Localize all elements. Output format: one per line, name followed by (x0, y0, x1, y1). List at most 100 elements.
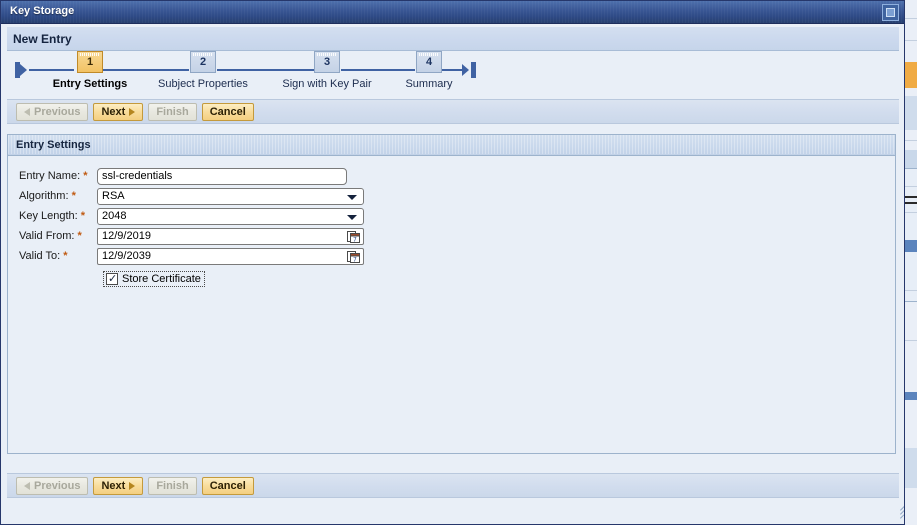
roadmap-step-3-number: 3 (324, 56, 330, 68)
key-storage-window: Key Storage New Entry 1 Entry Settings (0, 0, 905, 525)
previous-button-bottom[interactable]: Previous (16, 477, 88, 495)
maximize-inner-square (886, 8, 895, 17)
roadmap-step-3-label: Sign with Key Pair (265, 78, 389, 90)
valid-from-label: Valid From: * (8, 230, 97, 242)
entry-settings-form: Entry Name: * ssl-credentials Algorithm:… (8, 156, 895, 289)
roadmap-step-4[interactable]: 4 Summary (390, 51, 468, 90)
valid-to-label: Valid To: * (8, 250, 97, 262)
roadmap-step-1-label: Entry Settings (34, 78, 146, 90)
chevron-down-icon[interactable] (347, 195, 357, 200)
resize-grip[interactable] (889, 509, 902, 522)
entry-name-value: ssl-credentials (98, 169, 172, 184)
window-title-text: Key Storage (10, 5, 74, 17)
valid-to-value: 12/9/2039 (98, 249, 151, 264)
maximize-restore-icon[interactable] (882, 4, 899, 21)
entry-settings-panel: Entry Settings Entry Name: * ssl-credent… (7, 134, 896, 454)
entry-name-input[interactable]: ssl-credentials (97, 168, 347, 185)
roadmap-step-1-box[interactable]: 1 (77, 51, 103, 73)
finish-button-label: Finish (156, 478, 188, 494)
svg-text:7: 7 (353, 256, 357, 263)
bottom-filler (1, 498, 904, 524)
roadmap-end-bar-icon (471, 62, 476, 78)
valid-from-input[interactable]: 12/9/2019 7 (97, 228, 364, 245)
key-length-select[interactable]: 2048 (97, 208, 364, 225)
roadmap-step-1[interactable]: 1 Entry Settings (34, 51, 146, 90)
cancel-button-label: Cancel (210, 478, 246, 494)
key-length-required-marker: * (81, 210, 85, 222)
key-length-value: 2048 (98, 209, 126, 224)
algorithm-select[interactable]: RSA (97, 188, 364, 205)
roadmap-step-2-box[interactable]: 2 (190, 51, 216, 73)
valid-to-required-marker: * (63, 250, 67, 262)
next-arrow-icon (129, 108, 135, 116)
store-certificate-label: Store Certificate (122, 273, 201, 285)
roadmap-step-3-dots (317, 53, 337, 56)
next-arrow-icon (129, 482, 135, 490)
section-title: Entry Settings (16, 139, 91, 151)
finish-button-top[interactable]: Finish (148, 103, 196, 121)
store-certificate-checkbox[interactable]: ✓ (106, 273, 118, 285)
key-length-label-text: Key Length: (19, 210, 78, 222)
top-wizard-toolbar: Previous Next Finish Cancel (7, 99, 899, 124)
bottom-wizard-toolbar: Previous Next Finish Cancel (7, 473, 899, 498)
roadmap-start-arrow-icon (20, 64, 27, 76)
wizard-roadmap: 1 Entry Settings 2 Subject Properties 3 … (7, 51, 899, 99)
svg-text:7: 7 (353, 236, 357, 243)
cancel-button-bottom[interactable]: Cancel (202, 477, 254, 495)
previous-button-top[interactable]: Previous (16, 103, 88, 121)
valid-from-value: 12/9/2019 (98, 229, 151, 244)
roadmap-step-3[interactable]: 3 Sign with Key Pair (265, 51, 389, 90)
store-certificate-checkbox-group[interactable]: ✓ Store Certificate (104, 272, 204, 286)
previous-button-label: Previous (34, 104, 80, 120)
form-row-algorithm: Algorithm: * RSA (8, 186, 895, 206)
roadmap-step-2-dots (193, 53, 213, 56)
cancel-button-label: Cancel (210, 104, 246, 120)
next-button-label: Next (101, 478, 125, 494)
valid-to-input[interactable]: 12/9/2039 7 (97, 248, 364, 265)
calendar-icon[interactable]: 7 (347, 250, 361, 264)
roadmap-step-2[interactable]: 2 Subject Properties (141, 51, 265, 90)
window-title-bar[interactable]: Key Storage (1, 1, 904, 24)
bottom-toolbar-area: Previous Next Finish Cancel (1, 473, 904, 524)
section-header: Entry Settings (8, 135, 895, 156)
cancel-button-top[interactable]: Cancel (202, 103, 254, 121)
roadmap-step-4-number: 4 (426, 56, 432, 68)
calendar-icon[interactable]: 7 (347, 230, 361, 244)
roadmap-step-1-dots (80, 53, 100, 56)
roadmap-step-4-box[interactable]: 4 (416, 51, 442, 73)
previous-arrow-icon (24, 108, 30, 116)
entry-name-label: Entry Name: * (8, 170, 97, 182)
key-length-label: Key Length: * (8, 210, 97, 222)
background-window-sliver (903, 0, 917, 525)
roadmap-step-2-number: 2 (200, 56, 206, 68)
roadmap-step-1-number: 1 (87, 56, 93, 68)
roadmap-step-4-label: Summary (390, 78, 468, 90)
form-row-valid-to: Valid To: * 12/9/2039 7 (8, 246, 895, 266)
entry-name-label-text: Entry Name: (19, 170, 80, 182)
finish-button-label: Finish (156, 104, 188, 120)
form-row-valid-from: Valid From: * 12/9/2019 7 (8, 226, 895, 246)
form-row-store-certificate: ✓ Store Certificate (8, 269, 895, 289)
roadmap-step-3-box[interactable]: 3 (314, 51, 340, 73)
form-row-entry-name: Entry Name: * ssl-credentials (8, 166, 895, 186)
valid-from-label-text: Valid From: (19, 230, 74, 242)
valid-to-label-text: Valid To: (19, 250, 60, 262)
form-row-key-length: Key Length: * 2048 (8, 206, 895, 226)
entry-name-required-marker: * (83, 170, 87, 182)
algorithm-label-text: Algorithm: (19, 190, 69, 202)
chevron-down-icon[interactable] (347, 215, 357, 220)
next-button-label: Next (101, 104, 125, 120)
page-header: New Entry (7, 27, 899, 51)
previous-button-label: Previous (34, 478, 80, 494)
page-title: New Entry (13, 32, 72, 46)
roadmap-step-4-dots (419, 53, 439, 56)
algorithm-required-marker: * (72, 190, 76, 202)
algorithm-value: RSA (98, 189, 125, 204)
algorithm-label: Algorithm: * (8, 190, 97, 202)
finish-button-bottom[interactable]: Finish (148, 477, 196, 495)
valid-from-required-marker: * (77, 230, 81, 242)
roadmap-step-2-label: Subject Properties (141, 78, 265, 90)
next-button-bottom[interactable]: Next (93, 477, 143, 495)
check-icon: ✓ (108, 273, 117, 285)
next-button-top[interactable]: Next (93, 103, 143, 121)
